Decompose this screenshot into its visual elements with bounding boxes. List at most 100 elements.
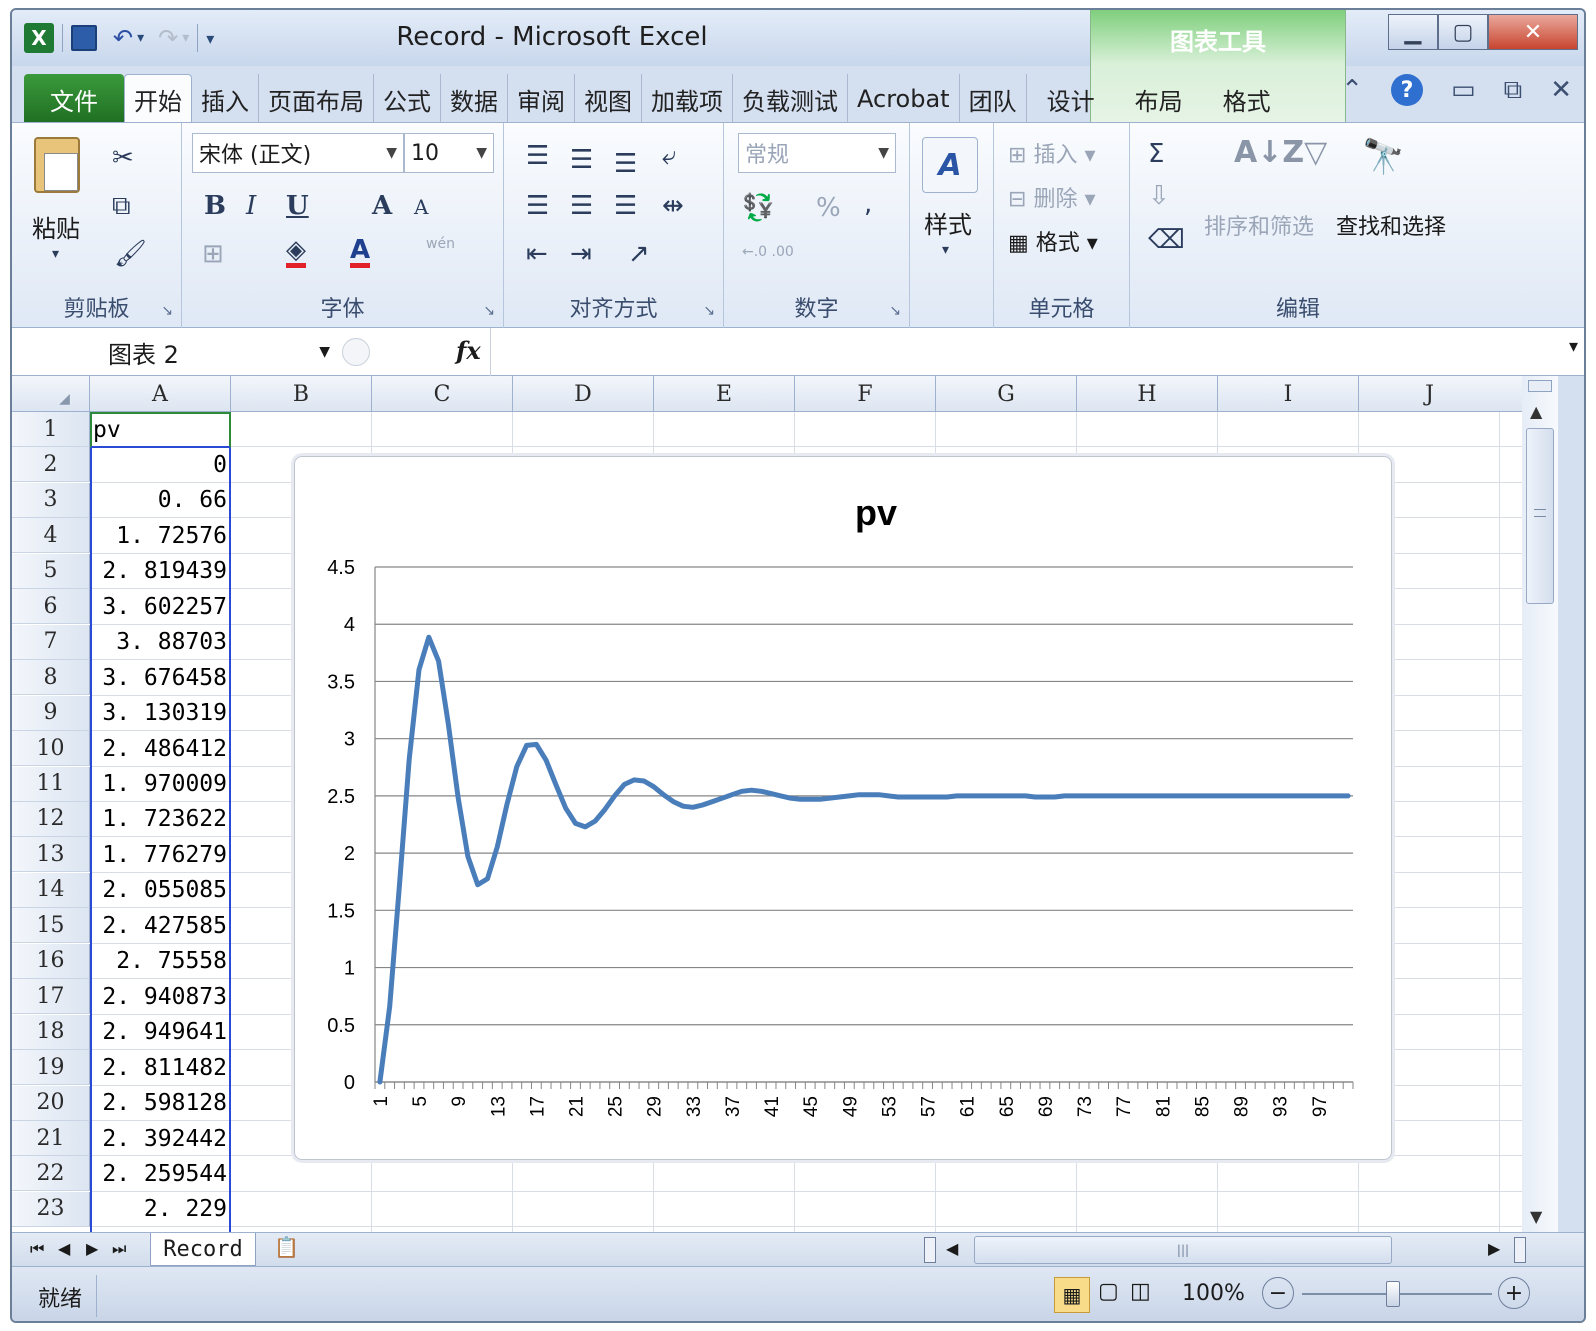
merge-center-icon[interactable]: ⇹ [662, 193, 684, 219]
column-header[interactable]: A [90, 376, 231, 412]
font-color-button[interactable]: A [350, 237, 371, 268]
decrease-indent-icon[interactable]: ⇤ [526, 241, 548, 267]
tab-acrobat[interactable]: Acrobat [848, 74, 960, 124]
formula-divider-icon[interactable] [342, 338, 370, 366]
clipboard-launcher-icon[interactable]: ↘ [161, 303, 173, 319]
cell-a4[interactable]: 1. 72576 [90, 518, 231, 553]
hscroll-right-icon[interactable]: ▶ [1488, 1239, 1500, 1258]
row-header[interactable]: 20 [12, 1085, 90, 1121]
cell-a5[interactable]: 2. 819439 [90, 554, 231, 589]
styles-icon[interactable]: A [922, 137, 978, 193]
row-header[interactable]: 5 [12, 553, 90, 589]
column-header[interactable]: C [372, 376, 513, 412]
vertical-scrollbar[interactable]: ▲ ▼ [1522, 376, 1558, 1232]
borders-icon[interactable]: ⊞ [202, 241, 224, 267]
align-left-icon[interactable]: ☰ [526, 193, 549, 219]
row-header[interactable]: 22 [12, 1156, 90, 1192]
cell-a14[interactable]: 2. 055085 [90, 873, 231, 908]
maximize-button[interactable]: ▢ [1438, 14, 1488, 50]
bold-button[interactable]: B [204, 193, 226, 219]
row-header[interactable]: 12 [12, 801, 90, 837]
tab-data[interactable]: 数据 [441, 74, 508, 124]
tab-view[interactable]: 视图 [575, 74, 642, 124]
format-painter-icon[interactable]: 🖌 [114, 241, 147, 267]
row-header[interactable]: 9 [12, 695, 90, 731]
hscroll-split-icon[interactable] [1514, 1237, 1526, 1263]
cell-a13[interactable]: 1. 776279 [90, 837, 231, 872]
cell-a17[interactable]: 2. 940873 [90, 979, 231, 1014]
increase-decimal-button[interactable]: ←.0 .00 [742, 245, 794, 259]
close-button[interactable]: ✕ [1488, 14, 1578, 50]
chart-object[interactable]: pv 0 0.5 1 1.5 2 2.5 3 3.5 4 4.5 1 5 9 13 17 21 25 29 33 37 4… [294, 456, 1392, 1160]
autosum-button[interactable]: Σ [1148, 141, 1164, 167]
cell-a6[interactable]: 3. 602257 [90, 589, 231, 624]
row-header[interactable]: 1 [12, 412, 90, 447]
zoom-slider-thumb[interactable] [1386, 1281, 1400, 1307]
row-header[interactable]: 13 [12, 837, 90, 873]
paste-dropdown-icon[interactable]: ▾ [52, 247, 59, 261]
tab-formulas[interactable]: 公式 [374, 74, 441, 124]
insert-sheet-icon[interactable]: 📋 [274, 1235, 299, 1259]
column-header[interactable]: D [513, 376, 654, 412]
fill-color-icon[interactable]: ◈ [286, 237, 306, 268]
cell-a18[interactable]: 2. 949641 [90, 1015, 231, 1050]
sheet-nav-last-icon[interactable]: ⏭ [112, 1239, 126, 1259]
cell-a1[interactable]: pv [90, 412, 231, 447]
worksheet-grid[interactable]: ◢ A B C D E F G H I J 1 pv 2 0 3 0. 66 4 1. 725… [12, 376, 1522, 1232]
row-header[interactable]: 2 [12, 447, 90, 483]
fill-icon[interactable]: ⇩ [1148, 183, 1170, 209]
row-header[interactable]: 14 [12, 872, 90, 908]
tab-file[interactable]: 文件 [24, 74, 124, 124]
page-break-view-icon[interactable]: ◫ [1130, 1279, 1151, 1304]
formula-input[interactable] [496, 338, 1544, 368]
row-header[interactable]: 11 [12, 766, 90, 802]
row-header[interactable]: 8 [12, 660, 90, 696]
doc-minimize-icon[interactable]: ▭ [1451, 75, 1476, 105]
shrink-font-button[interactable]: A [414, 197, 428, 217]
tab-team[interactable]: 团队 [960, 74, 1027, 124]
paste-button[interactable]: 粘贴 [32, 209, 80, 244]
column-header[interactable]: F [795, 376, 936, 412]
row-header[interactable]: 15 [12, 908, 90, 944]
row-header[interactable]: 18 [12, 1014, 90, 1050]
row-header[interactable]: 23 [12, 1191, 90, 1227]
minimize-button[interactable]: ▁ [1388, 14, 1438, 50]
doc-restore-icon[interactable]: ⧉ [1504, 75, 1523, 106]
hscroll-left-icon[interactable]: ◀ [946, 1239, 958, 1258]
horizontal-scroll-thumb[interactable]: ||| [974, 1236, 1392, 1264]
column-header[interactable]: E [654, 376, 795, 412]
cell-a8[interactable]: 3. 676458 [90, 660, 231, 695]
expand-formula-bar-icon[interactable]: ▾ [1569, 336, 1578, 357]
find-select-icon[interactable]: 🔭 [1362, 137, 1404, 177]
increase-indent-icon[interactable]: ⇥ [570, 241, 592, 267]
column-header[interactable]: J [1359, 376, 1500, 412]
cell-a10[interactable]: 2. 486412 [90, 731, 231, 766]
zoom-out-icon[interactable]: − [1262, 1277, 1294, 1309]
cell-a23[interactable]: 2. 229 [90, 1192, 231, 1227]
insert-cells-button[interactable]: ⊞ 插入 ▾ [1008, 137, 1096, 169]
name-box-dropdown-icon[interactable]: ▼ [319, 344, 330, 360]
doc-close-icon[interactable]: ✕ [1550, 75, 1572, 105]
orientation-icon[interactable]: ↗ [628, 241, 650, 267]
align-top-icon[interactable]: ☰ [526, 143, 549, 169]
row-header[interactable]: 16 [12, 943, 90, 979]
number-launcher-icon[interactable]: ↘ [889, 303, 901, 319]
format-cells-button[interactable]: ▦ 格式 ▾ [1008, 225, 1098, 257]
cell-a21[interactable]: 2. 392442 [90, 1121, 231, 1156]
tab-split-icon[interactable] [924, 1237, 936, 1263]
cell-a7[interactable]: 3. 88703 [90, 625, 231, 660]
tab-load-test[interactable]: 负载测试 [733, 74, 848, 124]
tab-home[interactable]: 开始 [124, 74, 192, 124]
select-all-corner[interactable]: ◢ [12, 376, 90, 412]
align-right-icon[interactable]: ☰ [614, 193, 637, 219]
tab-review[interactable]: 审阅 [508, 74, 575, 124]
column-header[interactable]: I [1218, 376, 1359, 412]
sort-filter-button[interactable]: 排序和筛选 [1204, 209, 1314, 241]
copy-icon[interactable]: ⧉ [112, 193, 131, 219]
normal-view-icon[interactable]: ▦ [1054, 1277, 1090, 1313]
align-center-icon[interactable]: ☰ [570, 193, 593, 219]
tab-format[interactable]: 格式 [1203, 74, 1291, 124]
row-header[interactable]: 17 [12, 979, 90, 1015]
cell-a16[interactable]: 2. 75558 [90, 944, 231, 979]
column-header[interactable]: B [231, 376, 372, 412]
